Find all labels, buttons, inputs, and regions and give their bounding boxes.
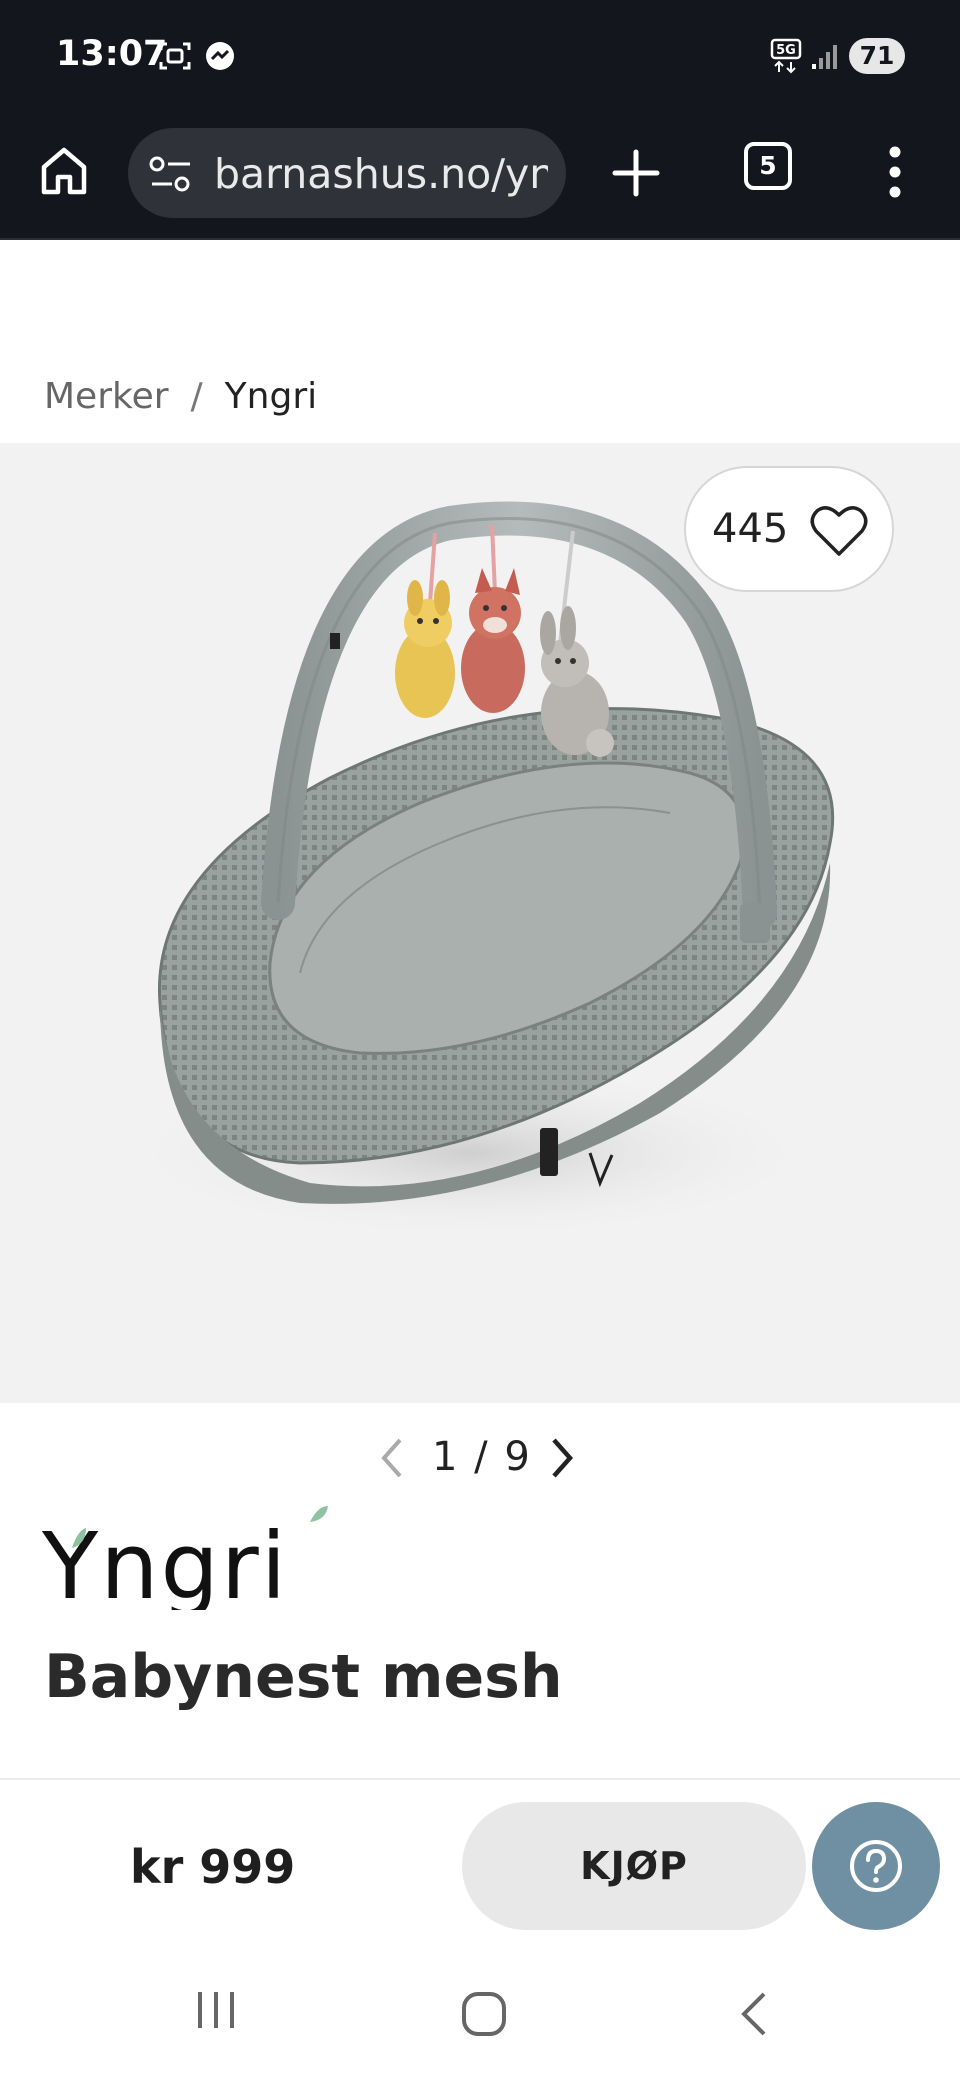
plus-icon bbox=[612, 149, 660, 197]
breadcrumb-link-merker[interactable]: Merker bbox=[44, 376, 169, 417]
browser-toolbar: barnashus.no/yngri 5 bbox=[0, 108, 960, 240]
new-tab-button[interactable] bbox=[604, 138, 668, 208]
system-nav-bar bbox=[0, 1960, 960, 2080]
chevron-right-icon[interactable] bbox=[548, 1436, 576, 1480]
buy-button[interactable]: KJØP bbox=[462, 1802, 806, 1930]
network-label: 5G bbox=[776, 43, 796, 58]
messenger-icon bbox=[204, 40, 236, 77]
chevron-left-icon[interactable] bbox=[378, 1436, 406, 1480]
heart-icon bbox=[810, 506, 868, 556]
battery-indicator: 71 bbox=[849, 38, 905, 74]
browser-home-button[interactable] bbox=[34, 136, 94, 206]
menu-dots-icon[interactable] bbox=[880, 140, 910, 204]
signal-icon bbox=[810, 42, 840, 75]
favorite-button[interactable]: 445 bbox=[684, 466, 894, 592]
brand-logo[interactable]: Yngri bbox=[41, 1500, 342, 1620]
recent-apps-icon[interactable] bbox=[194, 1988, 238, 2032]
tabs-icon[interactable]: 5 bbox=[744, 142, 792, 190]
favorite-count: 445 bbox=[712, 506, 789, 552]
screenshot-icon bbox=[158, 40, 192, 77]
site-settings-icon[interactable] bbox=[148, 154, 194, 199]
help-button[interactable] bbox=[812, 1802, 940, 1930]
logo-leaf bbox=[310, 1506, 328, 1522]
back-icon[interactable] bbox=[736, 1990, 772, 2038]
product-title: Babynest mesh bbox=[44, 1642, 563, 1712]
breadcrumb-separator: / bbox=[190, 376, 203, 417]
help-icon bbox=[850, 1840, 902, 1892]
breadcrumb-current: Yngri bbox=[224, 376, 318, 417]
status-bar: 13:07 5G 71 bbox=[0, 0, 960, 108]
image-pager: 1 / 9 bbox=[370, 1430, 600, 1486]
breadcrumb: Merker / Yngri bbox=[44, 376, 317, 417]
address-bar[interactable]: barnashus.no/yngri bbox=[128, 128, 566, 218]
brand-logo-text: Yngri bbox=[42, 1513, 288, 1610]
pager-text: 1 / 9 bbox=[432, 1434, 532, 1480]
home-nav-icon[interactable] bbox=[460, 1990, 508, 2038]
product-price: kr 999 bbox=[130, 1840, 296, 1894]
url-text[interactable]: barnashus.no/yngri bbox=[214, 150, 548, 198]
status-time: 13:07 bbox=[56, 34, 168, 74]
divider bbox=[0, 1778, 960, 1780]
network-5g-icon: 5G bbox=[770, 38, 804, 79]
home-icon bbox=[41, 147, 87, 195]
